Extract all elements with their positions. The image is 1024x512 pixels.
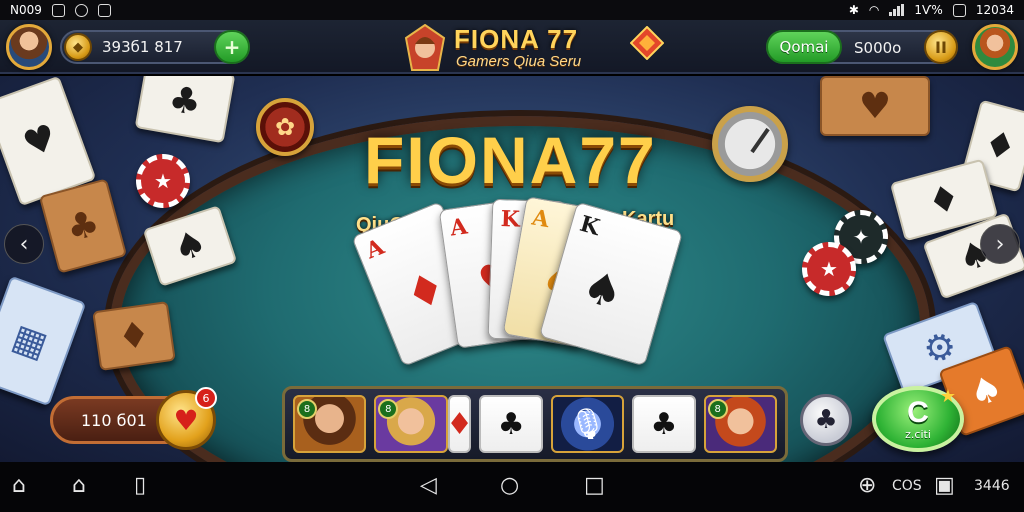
player-slot[interactable]: 8 [293,395,367,453]
poker-chip: ★ [802,242,856,296]
decorative-card: ♦ [92,301,176,371]
prev-arrow-button[interactable]: ‹ [4,224,44,264]
signal-icon [889,4,905,16]
logo-title: FIONA 77 [454,24,579,54]
player-slot[interactable]: 8 [703,395,777,453]
level-badge: 8 [378,399,399,419]
card-slot[interactable]: ♣ [632,395,696,453]
next-arrow-button[interactable]: › [980,224,1020,264]
add-coins-button[interactable]: + [214,30,250,64]
decorative-card: ▦ [0,275,87,407]
card-suit: ♣ [497,406,525,442]
screenshot-icon[interactable]: ▣ [934,474,955,498]
status-carrier-text: N009 [10,3,42,17]
timer-clock-icon [712,106,788,182]
table-balance: 110 б01 [81,410,147,430]
player-avatar[interactable] [6,24,52,70]
screen-icon[interactable]: ▯ [134,474,146,498]
nav-label-number: 3446 [974,478,1010,494]
decorative-card: ♣ [38,178,128,274]
level-badge: 8 [297,399,317,419]
top-hud: ◆ 393б1 817 + FIONA 77 Gamers Qiua Seru … [0,20,1024,74]
game-logo: FIONA 77 Gamers Qiua Seru [404,22,624,74]
rank-badge-icon[interactable]: ✿ [256,98,314,156]
image-icon [51,3,65,17]
play-button-label: z.citi [905,427,931,441]
recents-icon[interactable]: □ [584,474,605,498]
logo-subtitle: Gamers Qiua Seru [456,53,582,70]
card-slot[interactable]: ♣ [479,395,543,453]
decorative-card: ♥ [820,76,930,136]
nav-label-cos: COS [892,478,922,494]
app-notification-icon [97,3,111,17]
secondary-balance: S000o [854,39,902,57]
secondary-balance-pill: Qomai S000o II [766,30,958,64]
decorative-card: ♣ [134,76,236,144]
home-circle-icon[interactable]: ○ [500,474,519,498]
game-table-scene: ♥ ♣ ♣ ♠ ▦ ♦ ♥ ♦ ♦ ♠ ⚙ ♠ ★ ✦ ★ ✿ FIONA77 … [0,76,1024,462]
card-suit: ♦ [450,407,470,442]
battery-icon [952,3,966,17]
qomai-button[interactable]: Qomai [766,30,842,64]
player-strip: 8 8 ♦ ♣ 🎙 ♣ 8 [282,386,788,462]
card-suit: ♣ [650,406,678,442]
sync-icon [74,3,88,17]
bluetooth-icon: ✱ [848,3,859,17]
add-circle-icon[interactable]: ⊕ [858,474,876,498]
logo-emblem-icon [404,24,446,71]
poker-chip: ★ [136,154,190,208]
card-slot[interactable]: ♦ [447,395,472,453]
coin-balance: 393б1 817 [102,38,183,56]
star-icon: ★ [939,386,956,407]
notification-badge: 6 [195,387,217,409]
wifi-icon: ◠ [868,3,880,17]
home-icon[interactable]: ⌂ [72,474,86,498]
club-action-button[interactable]: ♣ [800,394,852,446]
home-outline-icon[interactable]: ⌂ [12,474,26,498]
system-nav-bar: ⌂ ⌂ ▯ ◁ ○ □ ⊕ COS ▣ 3446 [0,462,1024,512]
status-time: 12034 [975,3,1014,17]
opponent-avatar[interactable] [972,24,1018,70]
diamond-shop-icon[interactable] [630,26,664,60]
player-slot[interactable]: 🎙 [550,395,625,453]
status-bar: N009 ✱ ◠ 1Ѵ% 12034 [0,0,1024,20]
level-badge: 8 [707,399,728,419]
coin-icon: ◆ [64,33,92,61]
pause-button[interactable]: II [924,30,958,64]
microphone-icon: 🎙 [568,406,607,442]
play-button-glyph: C [907,395,929,429]
back-icon[interactable]: ◁ [420,474,437,498]
play-button[interactable]: ★ C z.citi [872,386,964,452]
battery-percent: 1Ѵ% [914,3,943,17]
player-slot[interactable]: 8 [374,395,448,453]
heart-button[interactable]: ♥ 6 [156,387,217,450]
heart-icon: ♥ [173,403,199,437]
table-title: FIONA77 [364,123,657,197]
coin-balance-pill: ◆ 393б1 817 + [60,30,250,64]
